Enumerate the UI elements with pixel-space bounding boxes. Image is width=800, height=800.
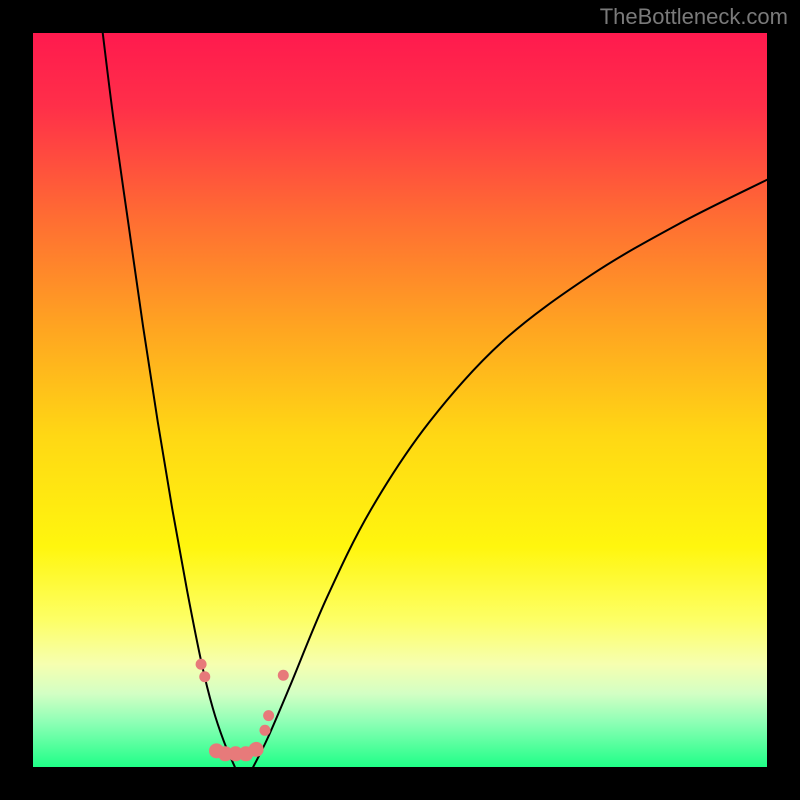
marker-point <box>249 742 264 757</box>
marker-point <box>196 659 207 670</box>
bottleneck-chart <box>0 0 800 800</box>
marker-point <box>199 671 210 682</box>
chart-container: TheBottleneck.com <box>0 0 800 800</box>
marker-point <box>263 710 274 721</box>
marker-point <box>259 725 270 736</box>
marker-point <box>278 670 289 681</box>
attribution-label: TheBottleneck.com <box>600 4 788 30</box>
plot-background <box>33 33 767 767</box>
